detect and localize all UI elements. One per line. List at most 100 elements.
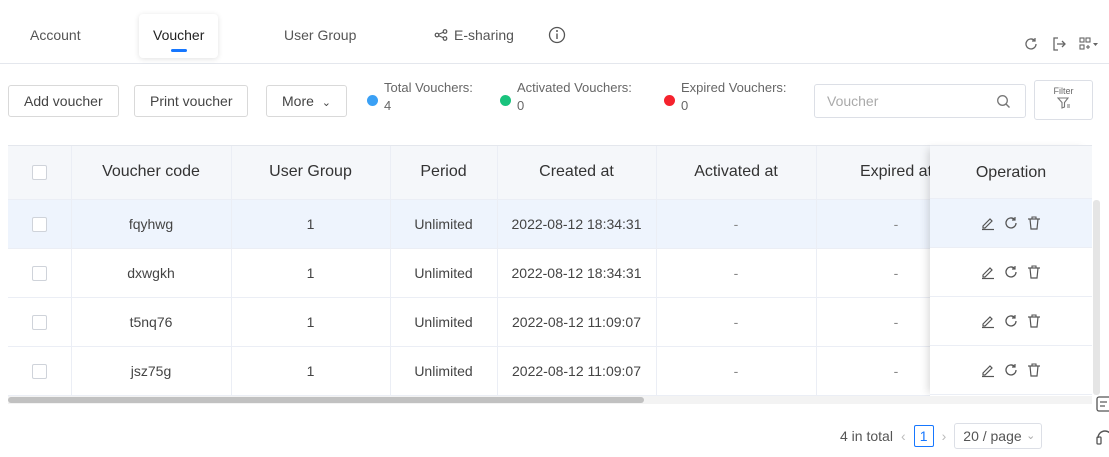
header-operation: Operation bbox=[930, 146, 1092, 199]
reset-icon[interactable] bbox=[1003, 362, 1019, 378]
total-count: 4 in total bbox=[840, 428, 893, 444]
edit-icon[interactable] bbox=[980, 313, 996, 329]
filter-label: Filter bbox=[1053, 86, 1074, 96]
share-icon bbox=[434, 15, 448, 57]
total-vouchers-value: 4 bbox=[384, 98, 392, 113]
page-size-value: 20 / page bbox=[963, 428, 1022, 444]
tab-account-label: Account bbox=[30, 27, 81, 43]
header-activated-at[interactable]: Activated at bbox=[656, 146, 817, 200]
reset-icon[interactable] bbox=[1003, 215, 1019, 231]
active-tab-indicator bbox=[170, 49, 187, 52]
edit-icon[interactable] bbox=[980, 362, 996, 378]
edit-icon[interactable] bbox=[980, 215, 996, 231]
tab-user-group-label: User Group bbox=[284, 27, 357, 43]
cell-user-group: 1 bbox=[231, 248, 391, 298]
search-icon[interactable] bbox=[996, 94, 1011, 109]
operation-cell bbox=[930, 199, 1092, 248]
more-label: More bbox=[282, 93, 314, 109]
column-settings-icon[interactable] bbox=[1079, 36, 1099, 52]
reset-icon[interactable] bbox=[1003, 264, 1019, 280]
row-select-cell bbox=[8, 248, 72, 298]
page-size-select[interactable]: 20 / page ⌄ bbox=[954, 423, 1043, 449]
row-select-cell bbox=[8, 199, 72, 249]
activated-status-dot bbox=[500, 95, 511, 106]
row-checkbox[interactable] bbox=[31, 265, 47, 281]
delete-icon[interactable] bbox=[1026, 215, 1042, 231]
activated-vouchers-label: Activated Vouchers: bbox=[517, 80, 632, 95]
total-vouchers-stat: Total Vouchers: 4 bbox=[367, 79, 473, 115]
cell-created-at: 2022-08-12 18:34:31 bbox=[497, 248, 657, 298]
delete-icon[interactable] bbox=[1026, 264, 1042, 280]
tab-user-group[interactable]: User Group bbox=[270, 14, 370, 56]
side-floating-buttons bbox=[1094, 392, 1109, 452]
pagination: 4 in total ‹ 1 › 20 / page ⌄ bbox=[840, 423, 1043, 449]
cell-user-group: 1 bbox=[231, 346, 391, 396]
cell-activated-at: - bbox=[656, 199, 817, 249]
page-number-button[interactable]: 1 bbox=[913, 425, 934, 447]
voucher-search-box bbox=[814, 84, 1026, 118]
feedback-icon[interactable] bbox=[1096, 396, 1109, 412]
select-all-cell bbox=[8, 146, 72, 200]
chevron-down-icon: ⌄ bbox=[321, 97, 332, 109]
row-select-cell bbox=[8, 297, 72, 347]
expired-vouchers-stat: Expired Vouchers: 0 bbox=[664, 79, 787, 115]
row-checkbox[interactable] bbox=[31, 216, 47, 232]
chevron-down-icon: ⌄ bbox=[1026, 430, 1036, 442]
add-voucher-button[interactable]: Add voucher bbox=[8, 85, 119, 117]
tab-account[interactable]: Account bbox=[16, 14, 95, 56]
total-status-dot bbox=[367, 95, 378, 106]
cell-period: Unlimited bbox=[390, 297, 498, 347]
select-all-checkbox[interactable] bbox=[31, 164, 47, 180]
reset-icon[interactable] bbox=[1003, 313, 1019, 329]
cell-voucher-code: t5nq76 bbox=[71, 297, 232, 347]
delete-icon[interactable] bbox=[1026, 313, 1042, 329]
tab-e-sharing-label: E-sharing bbox=[454, 27, 514, 43]
expired-status-dot bbox=[664, 95, 675, 106]
edit-icon[interactable] bbox=[980, 264, 996, 280]
header-user-group[interactable]: User Group bbox=[231, 146, 391, 200]
next-page-icon[interactable]: › bbox=[942, 428, 947, 444]
cell-period: Unlimited bbox=[390, 346, 498, 396]
cell-created-at: 2022-08-12 18:34:31 bbox=[497, 199, 657, 249]
cell-activated-at: - bbox=[656, 346, 817, 396]
top-right-actions bbox=[1023, 36, 1099, 52]
cell-created-at: 2022-08-12 11:09:07 bbox=[497, 297, 657, 347]
row-checkbox[interactable] bbox=[31, 314, 47, 330]
operation-column: Operation bbox=[930, 145, 1092, 397]
print-voucher-button[interactable]: Print voucher bbox=[134, 85, 249, 117]
cell-created-at: 2022-08-12 11:09:07 bbox=[497, 346, 657, 396]
total-vouchers-label: Total Vouchers: bbox=[384, 80, 473, 95]
row-checkbox[interactable] bbox=[31, 363, 47, 379]
info-icon[interactable] bbox=[548, 26, 566, 44]
horizontal-scrollbar-thumb[interactable] bbox=[8, 397, 644, 403]
voucher-search-input[interactable] bbox=[815, 85, 985, 117]
filter-icon bbox=[1056, 97, 1070, 109]
tab-voucher-label: Voucher bbox=[153, 27, 205, 43]
export-icon[interactable] bbox=[1051, 36, 1067, 52]
tab-e-sharing[interactable]: E-sharing bbox=[420, 14, 528, 56]
operation-cell bbox=[930, 297, 1092, 346]
expired-vouchers-value: 0 bbox=[681, 98, 689, 113]
header-created-at[interactable]: Created at bbox=[497, 146, 657, 200]
vertical-scrollbar[interactable] bbox=[1093, 200, 1100, 395]
filter-button[interactable]: Filter bbox=[1034, 80, 1093, 120]
activated-vouchers-value: 0 bbox=[517, 98, 525, 113]
delete-icon[interactable] bbox=[1026, 362, 1042, 378]
refresh-icon[interactable] bbox=[1023, 36, 1039, 52]
activated-vouchers-stat: Activated Vouchers: 0 bbox=[500, 79, 632, 115]
prev-page-icon[interactable]: ‹ bbox=[901, 428, 906, 444]
expired-vouchers-label: Expired Vouchers: bbox=[681, 80, 787, 95]
operation-cell bbox=[930, 346, 1092, 395]
cell-user-group: 1 bbox=[231, 199, 391, 249]
more-dropdown-button[interactable]: More ⌄ bbox=[266, 85, 348, 117]
cell-voucher-code: jsz75g bbox=[71, 346, 232, 396]
horizontal-scrollbar[interactable] bbox=[8, 396, 1092, 404]
cell-activated-at: - bbox=[656, 297, 817, 347]
cell-period: Unlimited bbox=[390, 248, 498, 298]
header-period[interactable]: Period bbox=[390, 146, 498, 200]
header-voucher-code[interactable]: Voucher code bbox=[71, 146, 232, 200]
row-select-cell bbox=[8, 346, 72, 396]
operation-cell bbox=[930, 248, 1092, 297]
support-icon[interactable] bbox=[1096, 430, 1109, 445]
tab-voucher[interactable]: Voucher bbox=[139, 14, 219, 58]
